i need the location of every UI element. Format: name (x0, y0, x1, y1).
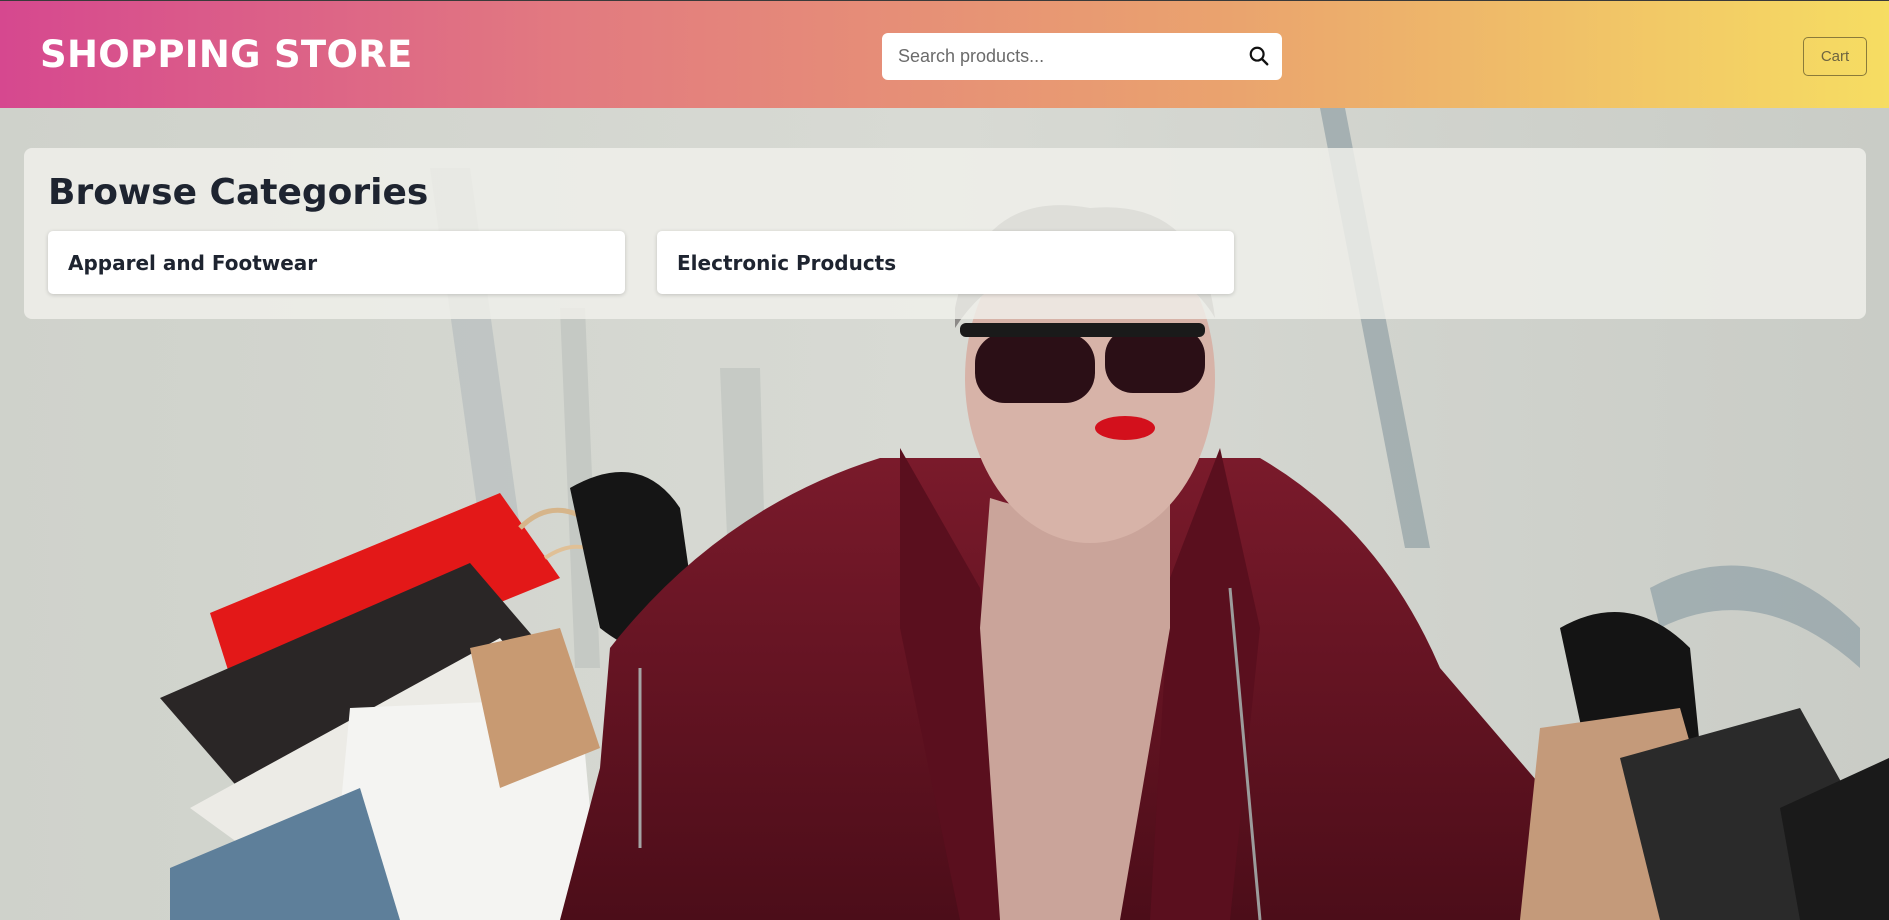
search-input[interactable] (882, 33, 1222, 80)
category-card-apparel[interactable]: Apparel and Footwear (48, 231, 625, 294)
search-box (882, 33, 1282, 80)
category-label: Apparel and Footwear (68, 251, 318, 275)
site-header: SHOPPING STORE Cart (0, 0, 1889, 108)
categories-heading: Browse Categories (48, 172, 429, 213)
cart-button[interactable]: Cart (1803, 37, 1867, 76)
category-card-electronics[interactable]: Electronic Products (657, 231, 1234, 294)
categories-panel: Browse Categories Apparel and Footwear E… (24, 148, 1866, 319)
category-label: Electronic Products (677, 251, 897, 275)
search-icon[interactable] (1248, 45, 1270, 67)
store-logo[interactable]: SHOPPING STORE (40, 33, 413, 76)
